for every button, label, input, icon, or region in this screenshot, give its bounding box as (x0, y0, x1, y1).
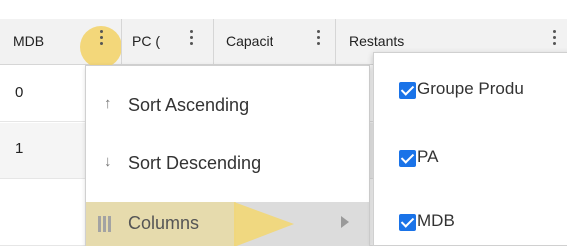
columns-icon (98, 216, 114, 232)
column-toggle-label: PA (417, 147, 439, 166)
column-context-menu: ↑ Sort Ascending ↓ Sort Descending Colum… (85, 65, 370, 246)
checkbox-checked-icon[interactable] (399, 150, 416, 167)
column-menu-icon-capacit[interactable] (315, 30, 321, 48)
chevron-right-icon (341, 216, 349, 228)
header-label-restants: Restants (349, 33, 405, 49)
sort-descending-label: Sort Descending (128, 153, 262, 173)
header-label-pc: PC ( (132, 33, 160, 49)
header-label-mdb: MDB (13, 33, 45, 49)
columns-item[interactable]: Columns (86, 202, 369, 246)
checkbox-checked-icon[interactable] (399, 82, 416, 99)
column-toggle-label: MDB (417, 211, 455, 230)
table-cell: 1 (15, 140, 24, 157)
header-cell-mdb[interactable]: MDB (0, 19, 122, 65)
sort-descending-item[interactable]: ↓ Sort Descending (86, 136, 369, 192)
table-cell: 0 (15, 84, 24, 101)
sort-ascending-label: Sort Ascending (128, 95, 250, 115)
column-menu-icon-mdb[interactable] (98, 30, 104, 48)
header-cell-pc[interactable]: PC ( (122, 19, 214, 65)
arrow-up-icon: ↑ (104, 95, 112, 112)
checkbox-checked-icon[interactable] (399, 214, 416, 231)
arrow-down-icon: ↓ (104, 153, 112, 170)
header-cell-capacit[interactable]: Capacit (214, 19, 336, 65)
highlight-arrow-head (234, 202, 294, 246)
column-menu-icon-pc[interactable] (188, 30, 194, 48)
columns-label: Columns (128, 213, 200, 233)
column-chooser-panel: Groupe Produ PA MDB (373, 52, 567, 246)
data-grid: MDB PC ( Capacit Restants 0 1 ↑ Sort Asc… (0, 0, 567, 246)
header-label-capacit: Capacit (226, 33, 274, 49)
column-menu-icon-restants[interactable] (551, 30, 557, 48)
column-toggle-label: Groupe Produ (417, 79, 524, 98)
sort-ascending-item[interactable]: ↑ Sort Ascending (86, 78, 369, 134)
